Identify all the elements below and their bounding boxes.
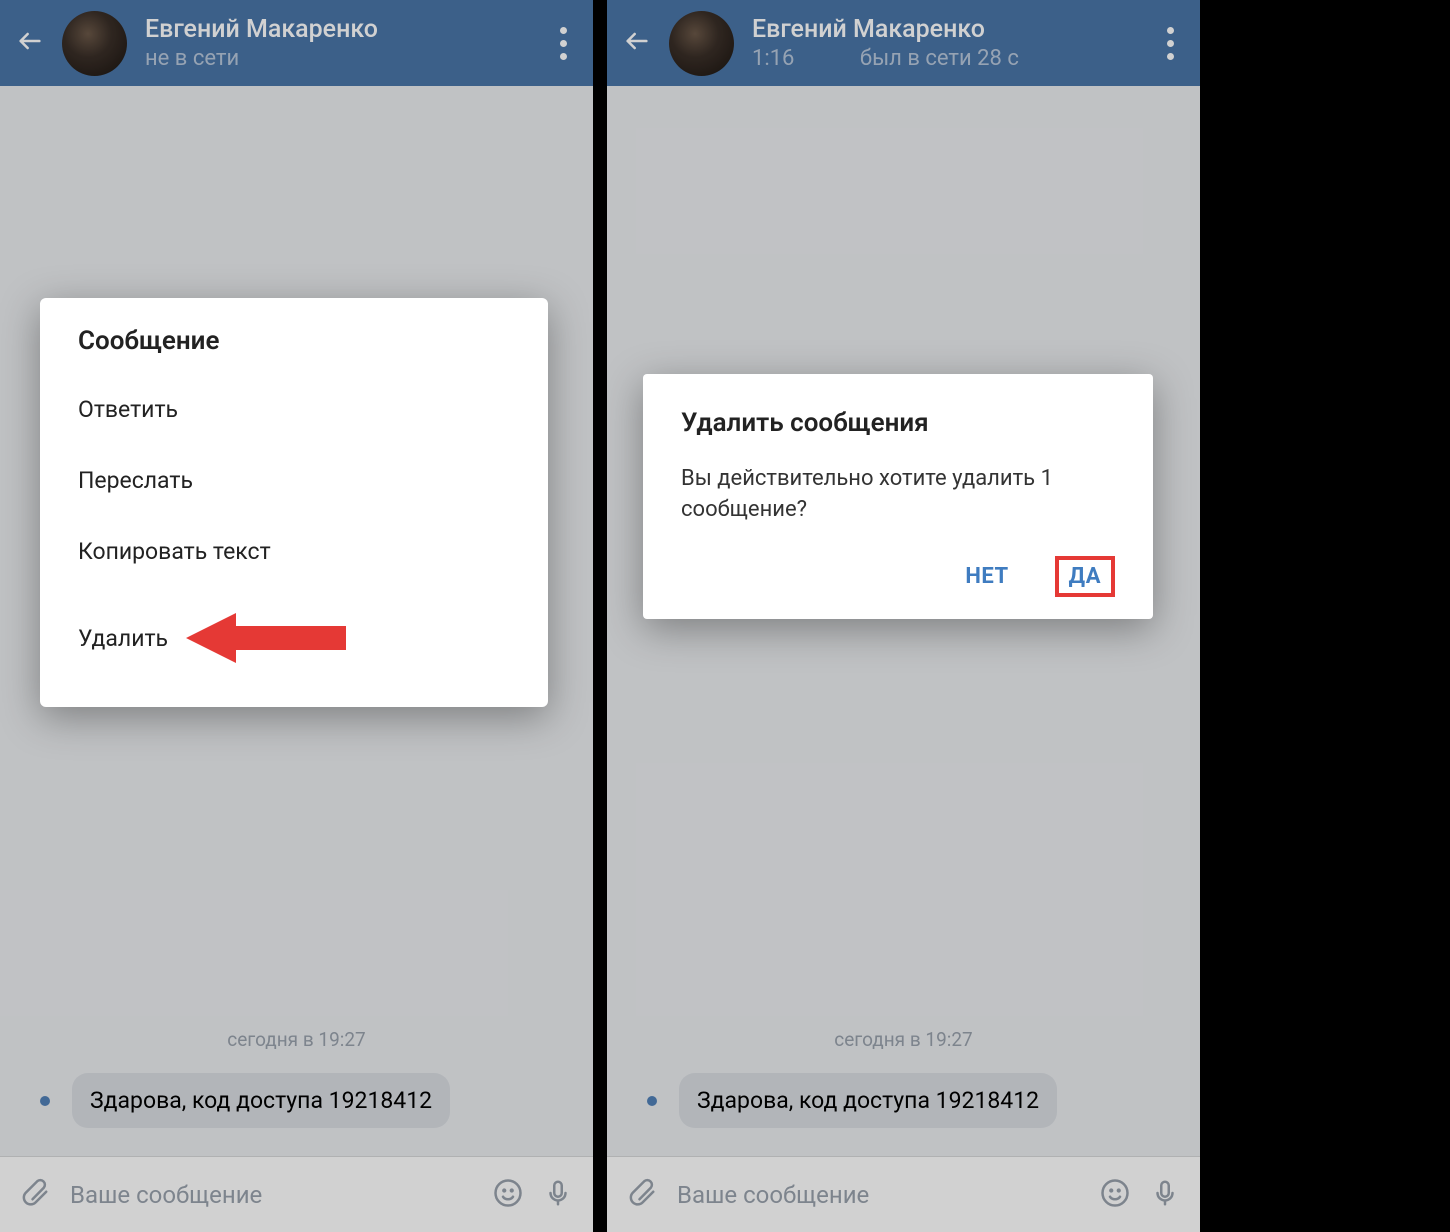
menu-item-delete[interactable]: Удалить	[40, 587, 548, 689]
right-pane: Евгений Макаренко 1:16 был в сети 28 с с…	[607, 0, 1200, 1232]
menu-title: Сообщение	[40, 326, 548, 374]
confirm-delete-dialog: Удалить сообщения Вы действительно хотит…	[643, 374, 1153, 619]
pane-divider	[593, 0, 607, 1232]
confirm-actions: НЕТ ДА	[681, 556, 1115, 597]
arrow-left-icon	[186, 609, 346, 667]
menu-item-forward[interactable]: Переслать	[40, 445, 548, 516]
menu-item-label: Ответить	[78, 396, 178, 423]
confirm-title: Удалить сообщения	[681, 408, 1115, 438]
menu-item-label: Переслать	[78, 467, 193, 494]
message-context-menu: Сообщение Ответить Переслать Копировать …	[40, 298, 548, 707]
confirm-button[interactable]: ДА	[1055, 556, 1115, 597]
cancel-button[interactable]: НЕТ	[955, 556, 1018, 597]
left-pane: Евгений Макаренко не в сети сегодня в 19…	[0, 0, 593, 1232]
menu-item-label: Копировать текст	[78, 538, 271, 565]
menu-item-copy-text[interactable]: Копировать текст	[40, 516, 548, 587]
menu-item-reply[interactable]: Ответить	[40, 374, 548, 445]
menu-item-label: Удалить	[78, 625, 168, 652]
confirm-body: Вы действительно хотите удалить 1 сообще…	[681, 464, 1115, 526]
